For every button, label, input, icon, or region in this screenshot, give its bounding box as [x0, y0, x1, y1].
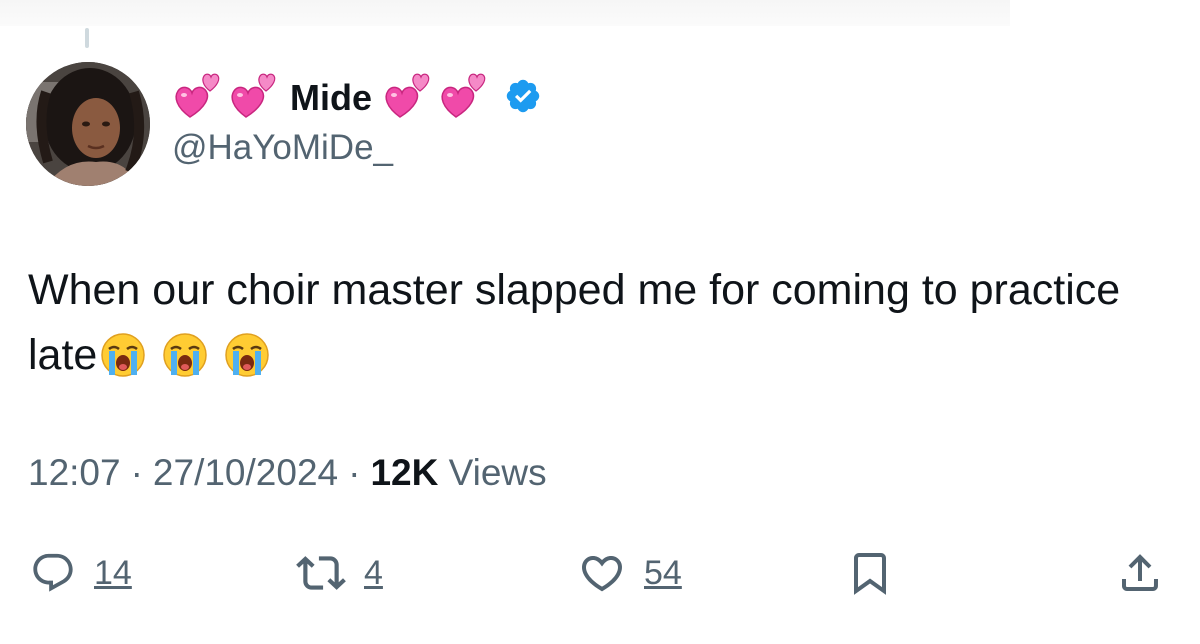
thread-connector-line	[85, 28, 89, 48]
tweet-meta: 12:07 · 27/10/2024 · 12K Views	[28, 452, 547, 494]
revolving-hearts-icon	[438, 71, 492, 126]
reply-button[interactable]: 14	[30, 544, 132, 602]
retweet-icon	[296, 556, 346, 590]
retweet-button[interactable]: 4	[296, 544, 383, 602]
revolving-hearts-icon	[228, 71, 282, 126]
avatar[interactable]	[26, 62, 150, 186]
meta-separator: ·	[348, 452, 361, 493]
reply-count[interactable]: 14	[94, 554, 132, 593]
views-label: Views	[448, 452, 547, 493]
share-icon	[1122, 554, 1158, 591]
tweet-text: When our choir master slapped me for com…	[28, 258, 1128, 398]
tweet-time[interactable]: 12:07	[28, 452, 121, 493]
heart-icon	[581, 556, 623, 592]
reply-icon	[33, 553, 73, 592]
share-button[interactable]	[1116, 544, 1164, 602]
loudly-crying-face-icon	[99, 331, 147, 398]
verified-badge-icon[interactable]	[504, 77, 542, 120]
tweet-date[interactable]: 27/10/2024	[153, 452, 338, 493]
bookmark-button[interactable]	[846, 544, 894, 602]
meta-separator: ·	[130, 452, 143, 493]
loudly-crying-face-icon	[161, 331, 209, 398]
views-count[interactable]: 12K	[370, 452, 438, 493]
loudly-crying-face-icon	[223, 331, 271, 398]
emoji-group	[99, 331, 285, 398]
previous-content-strip	[0, 0, 1010, 26]
like-count[interactable]: 54	[644, 554, 682, 593]
like-button[interactable]: 54	[578, 544, 682, 602]
author-handle[interactable]: @HaYoMiDe_	[172, 128, 393, 168]
revolving-hearts-icon	[382, 71, 436, 126]
revolving-hearts-icon	[172, 71, 226, 126]
display-name[interactable]: Mide	[290, 77, 372, 119]
author-name-row[interactable]: Mide	[172, 70, 542, 126]
avatar-image	[26, 62, 150, 186]
bookmark-icon	[854, 553, 886, 595]
retweet-count[interactable]: 4	[364, 554, 383, 593]
